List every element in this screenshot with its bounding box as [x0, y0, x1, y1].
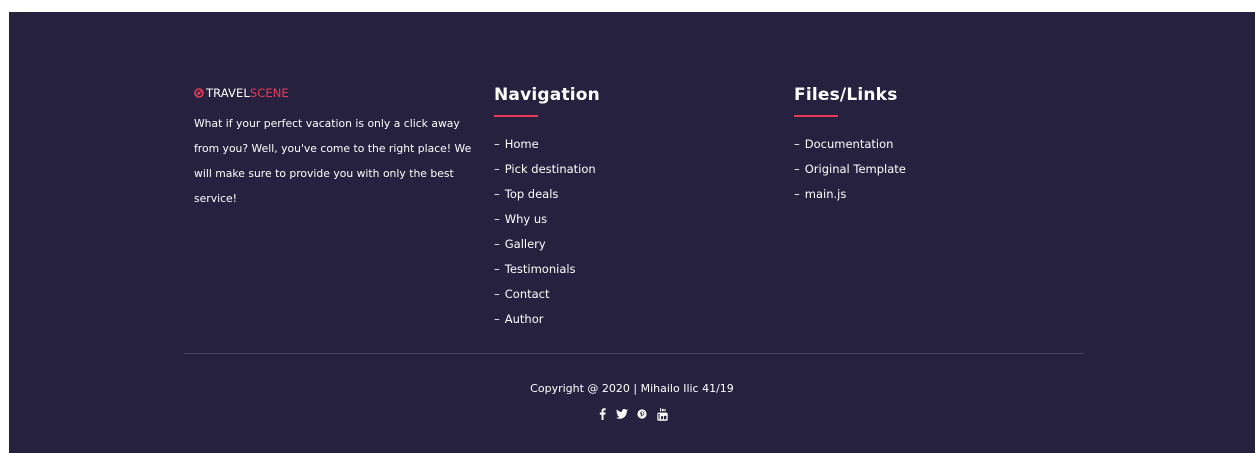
dash-bullet: –: [494, 162, 500, 176]
files-links-title: Files/Links: [794, 85, 898, 105]
facebook-icon[interactable]: [596, 407, 608, 421]
title-underline: [494, 115, 538, 117]
file-link-documentation[interactable]: – Documentation: [794, 132, 1074, 157]
about-column: TRAVEL SCENE What if your perfect vacatio…: [194, 84, 479, 211]
nav-link-author[interactable]: – Author: [494, 307, 774, 332]
social-links: [9, 407, 1255, 421]
file-link-original-template[interactable]: – Original Template: [794, 157, 1074, 182]
nav-link-pick-destination[interactable]: – Pick destination: [494, 157, 774, 182]
file-link-main-js[interactable]: – main.js: [794, 182, 1074, 207]
nav-link-label: Gallery: [504, 237, 546, 251]
brand-name-travel: TRAVEL: [206, 86, 250, 100]
dash-bullet: –: [494, 287, 500, 301]
nav-link-label: Pick destination: [504, 162, 596, 176]
files-links-list: – Documentation – Original Template – main.…: [794, 132, 1074, 207]
dash-bullet: –: [494, 312, 500, 326]
dash-bullet: –: [494, 212, 500, 226]
twitter-icon[interactable]: [616, 407, 628, 421]
footer-divider: [184, 353, 1084, 354]
nav-link-label: Home: [504, 137, 539, 151]
file-link-label: main.js: [804, 187, 847, 201]
nav-link-why-us[interactable]: – Why us: [494, 207, 774, 232]
nav-link-label: Author: [504, 312, 544, 326]
nav-link-top-deals[interactable]: – Top deals: [494, 182, 774, 207]
dash-bullet: –: [794, 187, 800, 201]
nav-link-contact[interactable]: – Contact: [494, 282, 774, 307]
youtube-icon[interactable]: [656, 407, 668, 421]
files-links-column: Files/Links – Documentation – Original Tem…: [794, 84, 1074, 207]
nav-link-label: Contact: [504, 287, 550, 301]
dash-bullet: –: [494, 237, 500, 251]
dash-bullet: –: [794, 162, 800, 176]
file-link-label: Documentation: [804, 137, 894, 151]
pinterest-icon[interactable]: [636, 407, 648, 421]
nav-link-label: Testimonials: [504, 262, 576, 276]
title-underline: [794, 115, 838, 117]
about-description: What if your perfect vacation is only a …: [194, 117, 472, 205]
nav-link-home[interactable]: – Home: [494, 132, 774, 157]
brand-logo[interactable]: TRAVEL SCENE: [194, 86, 479, 100]
brand-name-scene: SCENE: [249, 86, 289, 100]
dash-bullet: –: [794, 137, 800, 151]
dash-bullet: –: [494, 137, 500, 151]
site-footer: TRAVEL SCENE What if your perfect vacatio…: [9, 12, 1255, 453]
nav-link-label: Top deals: [504, 187, 559, 201]
nav-link-testimonials[interactable]: – Testimonials: [494, 257, 774, 282]
location-pin-icon: [194, 88, 204, 98]
dash-bullet: –: [494, 262, 500, 276]
file-link-label: Original Template: [804, 162, 906, 176]
navigation-title: Navigation: [494, 85, 600, 105]
nav-link-gallery[interactable]: – Gallery: [494, 232, 774, 257]
navigation-column: Navigation – Home – Pick destination – Top …: [494, 84, 774, 332]
dash-bullet: –: [494, 187, 500, 201]
navigation-list: – Home – Pick destination – Top deals – Why …: [494, 132, 774, 332]
nav-link-label: Why us: [504, 212, 548, 226]
copyright-text: Copyright @ 2020 | Mihailo Ilic 41/19: [530, 382, 734, 395]
